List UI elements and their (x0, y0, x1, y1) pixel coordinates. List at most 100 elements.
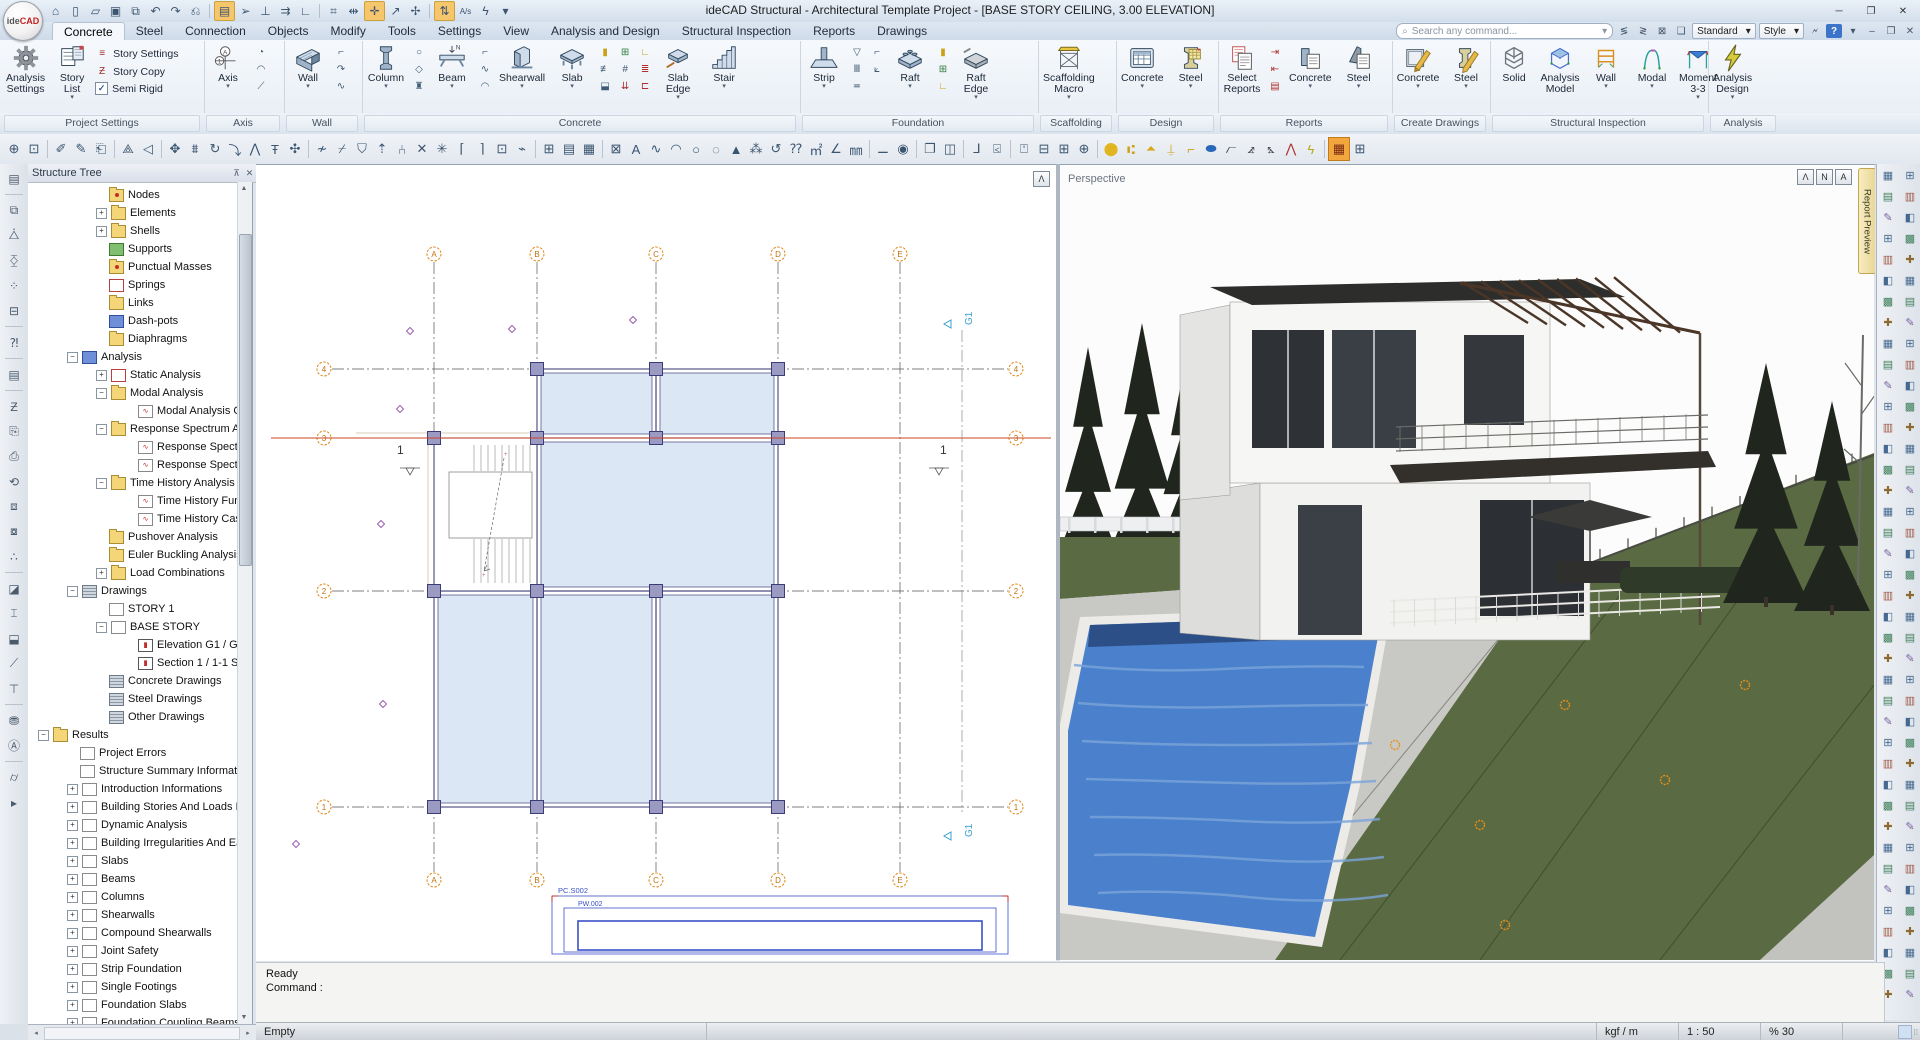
find-icon[interactable]: ⌭ (3, 767, 25, 788)
collapse-icon[interactable]: − (67, 586, 78, 597)
chart-q-icon[interactable]: ⦩ (1261, 138, 1281, 160)
mdi-minimize-button[interactable]: – (1864, 24, 1880, 38)
tree-item-dynamic-analysis[interactable]: +Dynamic Analysis (67, 816, 187, 834)
dropdown-arrow-icon[interactable]: ▾ (1357, 84, 1361, 90)
tab-connection[interactable]: Connection (174, 22, 257, 40)
drawing-tool-icon[interactable]: ▩ (1879, 460, 1897, 479)
strip-button[interactable]: Strip▾ (802, 43, 846, 90)
drawing-tool-icon[interactable]: ▦ (1901, 439, 1919, 458)
edit-properties-icon[interactable]: ⧰ (3, 250, 25, 271)
table-select-icon[interactable]: ⊟ (3, 300, 25, 321)
tab-concrete[interactable]: Concrete (52, 22, 125, 40)
tree-item-shearwalls[interactable]: +Shearwalls (67, 906, 155, 924)
tree-item-story-1[interactable]: STORY 1 (96, 600, 174, 618)
sloped-slab-icon[interactable]: ≢ (597, 62, 613, 77)
drawing-tool-icon[interactable]: ▤ (1879, 691, 1897, 710)
drawing-tool-icon[interactable]: ◧ (1901, 208, 1919, 227)
chart-red-icon[interactable]: ⋀ (1281, 138, 1301, 160)
polygon-icon[interactable]: ▲ (726, 138, 746, 160)
mdi-restore-button[interactable]: ❐ (1883, 24, 1899, 38)
new-window-icon[interactable]: ❐ (920, 138, 940, 160)
collapse-icon[interactable]: − (38, 730, 49, 741)
wall-button[interactable]: Wall▾ (286, 43, 330, 90)
dropdown-arrow-icon[interactable]: ▾ (520, 84, 524, 90)
help-dropdown-icon[interactable]: ▾ (1845, 24, 1861, 38)
axonometry-icon[interactable]: ⍃ (987, 138, 1007, 160)
polygon-column-icon[interactable]: ◇ (411, 62, 427, 77)
plan-view-marker-button[interactable]: Λ (1033, 171, 1050, 187)
drawing-tool-icon[interactable]: ✚ (1901, 754, 1919, 773)
drawing-tool-icon[interactable]: ⊞ (1901, 502, 1919, 521)
drawing-tool-icon[interactable]: ✚ (1879, 817, 1897, 836)
tree-item-joint-safety[interactable]: +Joint Safety (67, 942, 158, 960)
drawing-tool-icon[interactable]: ▩ (1901, 229, 1919, 248)
dropdown-arrow-icon[interactable]: ▾ (384, 84, 388, 90)
drawing-tool-icon[interactable]: ▤ (1879, 187, 1897, 206)
slab-load-icon[interactable]: ⇊ (617, 79, 633, 94)
drawing-tool-icon[interactable]: ◧ (1901, 880, 1919, 899)
minimize-button[interactable]: ─ (1824, 2, 1854, 21)
drawing-tool-icon[interactable]: ✚ (1879, 481, 1897, 500)
drawing-tool-icon[interactable]: ▥ (1901, 523, 1919, 542)
units-icon[interactable]: ㎜ (846, 138, 866, 160)
scaffolding-macro-button[interactable]: Scaffolding Macro▾ (1040, 43, 1098, 101)
raft-joist-icon[interactable]: ⊞ (935, 62, 951, 77)
tree-item-analysis[interactable]: −Analysis (67, 348, 142, 366)
standard-combo[interactable]: Standard▾ (1692, 23, 1756, 39)
drawing-tool-icon[interactable]: ◧ (1879, 271, 1897, 290)
tree-item-single-footings[interactable]: +Single Footings (67, 978, 177, 996)
calibrate-icon[interactable]: ✐ (51, 138, 71, 160)
tree-item-elements[interactable]: +Elements (96, 204, 176, 222)
drawing-tool-icon[interactable]: ▩ (1879, 628, 1897, 647)
tab-settings[interactable]: Settings (427, 22, 492, 40)
view-cube-button-a[interactable]: A (1835, 169, 1852, 185)
expand-icon[interactable]: + (67, 910, 78, 921)
tree-item-time-history-cases[interactable]: ∿Time History Cases (125, 510, 238, 528)
expand-icon[interactable]: + (67, 964, 78, 975)
mdi-close-button[interactable]: ✕ (1902, 24, 1918, 38)
ribbed-raft-icon[interactable]: ▮ (935, 45, 951, 60)
drawing-tool-icon[interactable]: ✎ (1901, 985, 1919, 1004)
image-icon[interactable]: ⊠ (606, 138, 626, 160)
quick-run-icon[interactable]: ϟ (476, 2, 495, 20)
collapse-icon[interactable]: − (67, 352, 78, 363)
slope-tool-icon[interactable]: ◪ (3, 578, 25, 599)
structure-tree-toggle-icon[interactable]: ▤ (3, 168, 25, 189)
drawing-tool-icon[interactable]: ▤ (1901, 460, 1919, 479)
tree-item-results[interactable]: −Results (38, 726, 109, 744)
drawing-tool-icon[interactable]: ▩ (1901, 565, 1919, 584)
story-list-button[interactable]: Story List▾ (50, 43, 94, 101)
drawing-tool-icon[interactable]: ▩ (1879, 796, 1897, 815)
tree-item-compound-shearwalls[interactable]: +Compound Shearwalls (67, 924, 212, 942)
tree-item-response-spectrum-functions[interactable]: ∿Response Spectrum Functions (125, 438, 238, 456)
circular-column-icon[interactable]: ○ (411, 45, 427, 60)
undo-history-icon[interactable]: ⎌ (186, 2, 205, 20)
save-all-icon[interactable]: ⧉ (126, 2, 145, 20)
arc-axis-icon[interactable]: ◔ (253, 45, 269, 60)
drawing-tool-icon[interactable]: ◧ (1879, 943, 1897, 962)
slab-table-icon[interactable]: ⬓ (597, 79, 613, 94)
wall-button[interactable]: Wall▾ (1584, 43, 1628, 90)
view-z-icon[interactable]: ⊟ (1034, 138, 1054, 160)
scroll-up-icon[interactable]: ▲ (238, 182, 250, 195)
stair-render-icon[interactable]: ⑆ (1121, 138, 1141, 160)
layer-list-icon[interactable]: ≶ (1616, 24, 1632, 38)
dropdown-arrow-icon[interactable]: ▾ (1604, 84, 1608, 90)
drawing-tool-icon[interactable]: ▥ (1879, 586, 1897, 605)
level-icon[interactable]: ⚊ (873, 138, 893, 160)
perspective-view-3d[interactable]: Perspective ΛNA (1060, 164, 1874, 961)
drawing-tool-icon[interactable]: ▥ (1879, 250, 1897, 269)
report-import-icon[interactable]: ⇥ (1267, 45, 1283, 60)
command-panel[interactable]: Ready Command : (256, 962, 1885, 1028)
expand-icon[interactable]: + (96, 370, 107, 381)
fillet-icon[interactable]: ⌈ (452, 138, 472, 160)
tree-item-static-analysis[interactable]: +Static Analysis (96, 366, 201, 384)
offset-icon[interactable]: ✣ (285, 138, 305, 160)
drawing-tool-icon[interactable]: ▦ (1879, 502, 1897, 521)
drawing-tool-icon[interactable]: ⊞ (1879, 229, 1897, 248)
tree-item-time-history-analysis[interactable]: −Time History Analysis (96, 474, 235, 492)
joist-slab-icon[interactable]: ⊞ (617, 45, 633, 60)
analysis-bolt-icon[interactable]: ϟ (1301, 138, 1321, 160)
tree-item-beams[interactable]: +Beams (67, 870, 135, 888)
tab-structural-inspection[interactable]: Structural Inspection (671, 22, 802, 40)
